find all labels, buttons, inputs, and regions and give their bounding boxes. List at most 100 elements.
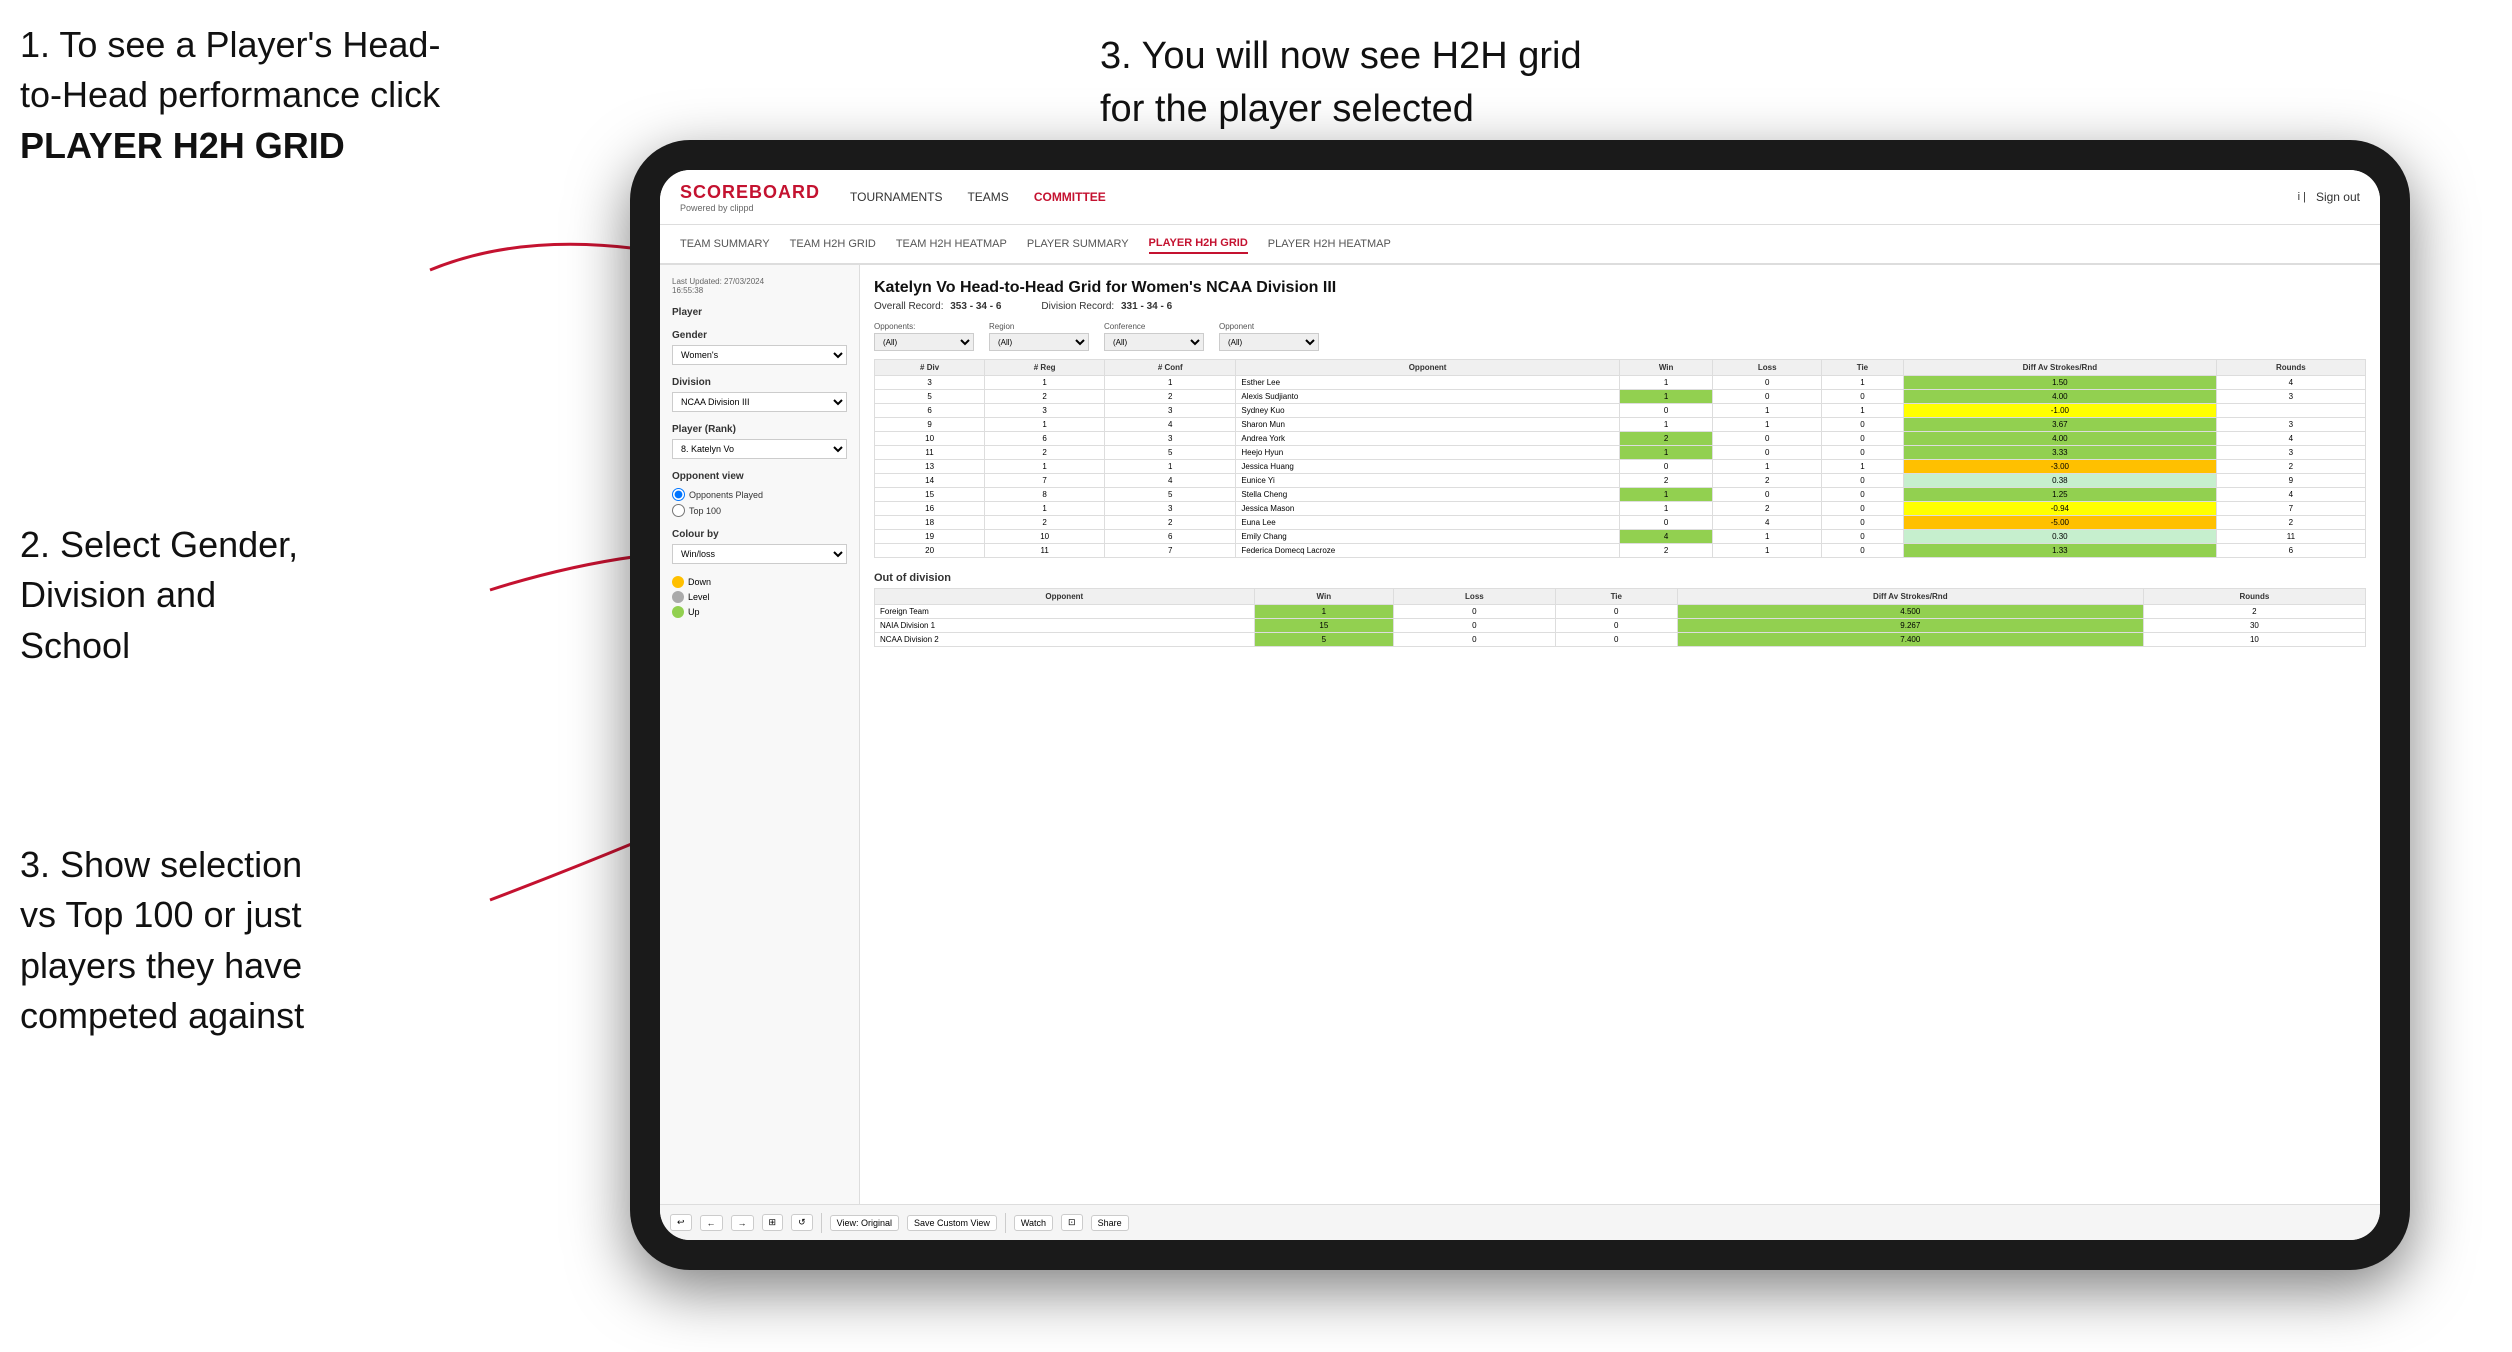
undo-btn[interactable]: ↩ bbox=[670, 1214, 692, 1231]
td-diff: 4.00 bbox=[1903, 432, 2216, 446]
region-label: Region bbox=[989, 322, 1089, 331]
td-diff: -1.00 bbox=[1903, 404, 2216, 418]
gender-select[interactable]: Women's bbox=[672, 345, 847, 365]
td-win: 1 bbox=[1619, 488, 1713, 502]
td-conf: 5 bbox=[1105, 488, 1236, 502]
region-select[interactable]: (All) bbox=[989, 333, 1089, 351]
td-win: 1 bbox=[1619, 390, 1713, 404]
ood-td-win: 5 bbox=[1254, 633, 1393, 647]
nav-bar: SCOREBOARD Powered by clippd TOURNAMENTS… bbox=[660, 170, 2380, 225]
opponent-view-label: Opponent view bbox=[672, 471, 847, 482]
radio-top100[interactable]: Top 100 bbox=[672, 504, 847, 517]
ood-td-rounds: 10 bbox=[2143, 633, 2365, 647]
ood-table-row: Foreign Team 1 0 0 4.500 2 bbox=[875, 605, 2366, 619]
division-select[interactable]: NCAA Division III bbox=[672, 392, 847, 412]
td-win: 0 bbox=[1619, 404, 1713, 418]
td-diff: -0.94 bbox=[1903, 502, 2216, 516]
table-row: 5 2 2 Alexis Sudjianto 1 0 0 4.00 3 bbox=[875, 390, 2366, 404]
td-tie: 1 bbox=[1821, 460, 1903, 474]
sign-out-link[interactable]: Sign out bbox=[2316, 185, 2360, 209]
sub-nav-team-h2h-grid[interactable]: TEAM H2H GRID bbox=[790, 235, 876, 253]
table-row: 19 10 6 Emily Chang 4 1 0 0.30 11 bbox=[875, 530, 2366, 544]
td-rounds: 4 bbox=[2216, 432, 2365, 446]
ood-th-win: Win bbox=[1254, 589, 1393, 605]
td-reg: 2 bbox=[985, 390, 1105, 404]
main-content: Last Updated: 27/03/2024 16:55:38 Player… bbox=[660, 265, 2380, 1204]
instr2-line1: 2. Select Gender, bbox=[20, 524, 298, 565]
td-opponent: Alexis Sudjianto bbox=[1236, 390, 1619, 404]
back-btn[interactable]: ← bbox=[700, 1215, 723, 1231]
ood-th-tie: Tie bbox=[1555, 589, 1677, 605]
td-opponent: Eunice Yi bbox=[1236, 474, 1619, 488]
td-conf: 4 bbox=[1105, 474, 1236, 488]
td-opponent: Esther Lee bbox=[1236, 376, 1619, 390]
nav-right: i | Sign out bbox=[2298, 185, 2360, 209]
td-div: 15 bbox=[875, 488, 985, 502]
grid-btn[interactable]: ⊞ bbox=[762, 1214, 784, 1231]
td-reg: 7 bbox=[985, 474, 1105, 488]
sub-nav-player-h2h-grid[interactable]: PLAYER H2H GRID bbox=[1149, 234, 1248, 254]
td-loss: 0 bbox=[1713, 390, 1822, 404]
td-win: 0 bbox=[1619, 460, 1713, 474]
td-rounds: 6 bbox=[2216, 544, 2365, 558]
td-loss: 4 bbox=[1713, 516, 1822, 530]
th-opponent: Opponent bbox=[1236, 360, 1619, 376]
opponent-select[interactable]: (All) bbox=[1219, 333, 1319, 351]
division-label: Division bbox=[672, 377, 847, 388]
table-row: 16 1 3 Jessica Mason 1 2 0 -0.94 7 bbox=[875, 502, 2366, 516]
instr3-bottom-line2: vs Top 100 or just bbox=[20, 894, 302, 935]
ood-table-row: NCAA Division 2 5 0 0 7.400 10 bbox=[875, 633, 2366, 647]
td-opponent: Heejo Hyun bbox=[1236, 446, 1619, 460]
td-rounds: 9 bbox=[2216, 474, 2365, 488]
td-div: 20 bbox=[875, 544, 985, 558]
instr3-top-line2: for the player selected bbox=[1100, 88, 1474, 130]
td-reg: 6 bbox=[985, 432, 1105, 446]
watch-btn[interactable]: Watch bbox=[1014, 1215, 1053, 1231]
ood-td-loss: 0 bbox=[1394, 619, 1556, 633]
share-btn[interactable]: Share bbox=[1091, 1215, 1129, 1231]
td-diff: 3.67 bbox=[1903, 418, 2216, 432]
bottom-toolbar: ↩ ← → ⊞ ↺ View: Original Save Custom Vie… bbox=[660, 1204, 2380, 1240]
nav-committee[interactable]: COMMITTEE bbox=[1034, 185, 1106, 209]
forward-btn[interactable]: → bbox=[731, 1215, 754, 1231]
colour-by-select[interactable]: Win/loss bbox=[672, 544, 847, 564]
td-div: 13 bbox=[875, 460, 985, 474]
td-tie: 0 bbox=[1821, 488, 1903, 502]
ood-td-win: 15 bbox=[1254, 619, 1393, 633]
refresh-btn[interactable]: ↺ bbox=[791, 1214, 813, 1231]
td-tie: 0 bbox=[1821, 446, 1903, 460]
radio-group: Opponents Played Top 100 bbox=[672, 488, 847, 517]
td-opponent: Andrea York bbox=[1236, 432, 1619, 446]
sub-nav-team-summary[interactable]: TEAM SUMMARY bbox=[680, 235, 770, 253]
instr1-line1: 1. To see a Player's Head- bbox=[20, 24, 440, 65]
radio-opponents-played[interactable]: Opponents Played bbox=[672, 488, 847, 501]
td-reg: 8 bbox=[985, 488, 1105, 502]
nav-teams[interactable]: TEAMS bbox=[967, 185, 1008, 209]
td-diff: 4.00 bbox=[1903, 390, 2216, 404]
td-loss: 1 bbox=[1713, 530, 1822, 544]
instr3-bottom-line4: competed against bbox=[20, 995, 304, 1036]
ood-th-diff: Diff Av Strokes/Rnd bbox=[1677, 589, 2143, 605]
td-diff: 0.30 bbox=[1903, 530, 2216, 544]
colour-legend: Down Level Up bbox=[672, 576, 847, 618]
td-opponent: Sydney Kuo bbox=[1236, 404, 1619, 418]
th-div: # Div bbox=[875, 360, 985, 376]
sub-nav-player-h2h-heatmap[interactable]: PLAYER H2H HEATMAP bbox=[1268, 235, 1391, 253]
sub-nav-team-h2h-heatmap[interactable]: TEAM H2H HEATMAP bbox=[896, 235, 1007, 253]
td-loss: 1 bbox=[1713, 460, 1822, 474]
save-custom-view-btn[interactable]: Save Custom View bbox=[907, 1215, 997, 1231]
player-rank-select[interactable]: 8. Katelyn Vo bbox=[672, 439, 847, 459]
sub-nav: TEAM SUMMARY TEAM H2H GRID TEAM H2H HEAT… bbox=[660, 225, 2380, 265]
conference-select[interactable]: (All) bbox=[1104, 333, 1204, 351]
ood-th-opponent: Opponent bbox=[875, 589, 1255, 605]
division-record-label: Division Record: 331 - 34 - 6 bbox=[1041, 301, 1172, 312]
nav-tournaments[interactable]: TOURNAMENTS bbox=[850, 185, 942, 209]
view-original-btn[interactable]: View: Original bbox=[830, 1215, 899, 1231]
td-rounds: 4 bbox=[2216, 488, 2365, 502]
sub-nav-player-summary[interactable]: PLAYER SUMMARY bbox=[1027, 235, 1129, 253]
layout-btn[interactable]: ⊡ bbox=[1061, 1214, 1083, 1231]
opponents-select[interactable]: (All) bbox=[874, 333, 974, 351]
td-reg: 2 bbox=[985, 516, 1105, 530]
up-dot bbox=[672, 606, 684, 618]
instruction-2: 2. Select Gender, Division and School bbox=[20, 520, 500, 671]
